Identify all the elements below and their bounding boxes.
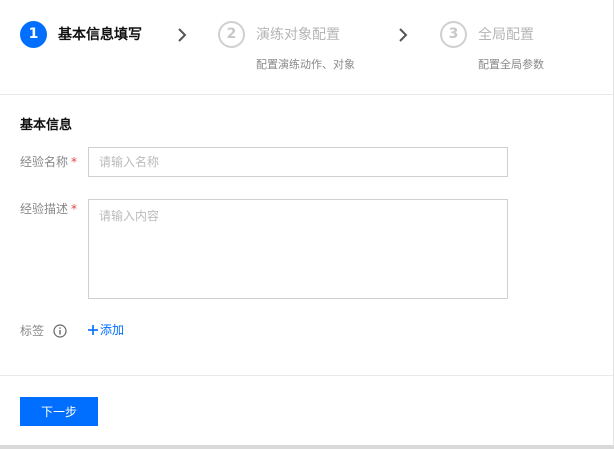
step-1-title[interactable]: 基本信息填写 xyxy=(58,26,142,44)
required-mark: * xyxy=(71,155,78,169)
step-2-title[interactable]: 演练对象配置 xyxy=(256,26,340,44)
name-label: 经验名称 * xyxy=(20,154,77,170)
step-3-number[interactable]: 3 xyxy=(440,21,467,48)
name-input[interactable] xyxy=(88,147,508,177)
name-label-text: 经验名称 xyxy=(20,155,69,169)
description-label: 经验描述 * xyxy=(20,201,77,217)
chevron-right-icon xyxy=(399,28,408,42)
wizard-page: 1 基本信息填写 2 演练对象配置 配置演练动作、对象 3 全局配置 配置全局参… xyxy=(0,0,614,449)
info-icon[interactable] xyxy=(53,324,67,338)
footer-divider xyxy=(0,375,614,376)
plus-icon xyxy=(88,325,98,335)
add-tag-button[interactable]: 添加 xyxy=(88,322,124,338)
step-1-number[interactable]: 1 xyxy=(20,21,47,48)
add-tag-label: 添加 xyxy=(100,323,125,337)
step-2-description: 配置演练动作、对象 xyxy=(256,58,355,71)
section-title: 基本信息 xyxy=(20,118,73,133)
next-step-button[interactable]: 下一步 xyxy=(20,397,98,426)
bottom-edge xyxy=(0,445,614,449)
steps-bar: 1 基本信息填写 2 演练对象配置 配置演练动作、对象 3 全局配置 配置全局参… xyxy=(0,0,614,95)
chevron-right-icon xyxy=(178,28,187,42)
tags-label: 标签 xyxy=(20,324,45,338)
step-3-title[interactable]: 全局配置 xyxy=(478,26,534,44)
description-textarea[interactable] xyxy=(88,199,508,299)
step-3-description: 配置全局参数 xyxy=(478,58,544,71)
step-2-number[interactable]: 2 xyxy=(218,21,245,48)
required-mark: * xyxy=(71,202,78,216)
description-label-text: 经验描述 xyxy=(20,202,69,216)
